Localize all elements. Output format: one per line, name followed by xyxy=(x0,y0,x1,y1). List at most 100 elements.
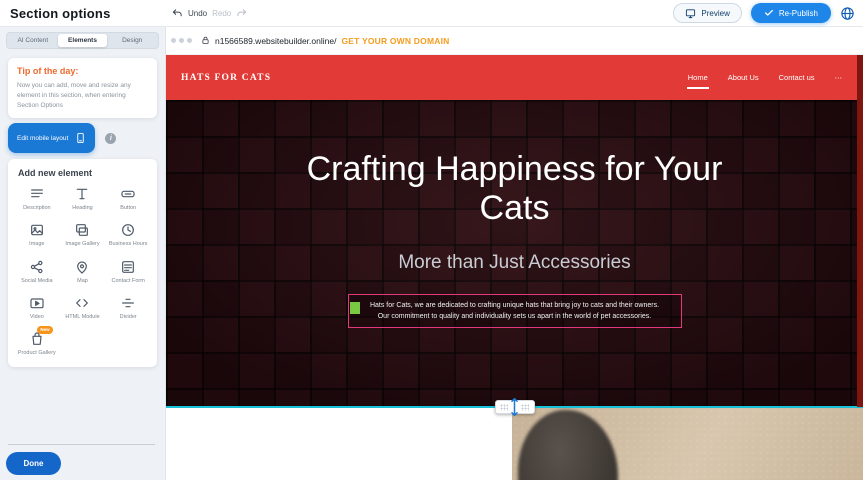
nav-contact-us[interactable]: Contact us xyxy=(778,69,816,86)
hero-text-box[interactable]: Hats for Cats, we are dedicated to craft… xyxy=(348,294,682,328)
element-item-image[interactable]: Image xyxy=(14,222,60,248)
check-icon xyxy=(764,8,774,18)
heading-icon xyxy=(74,186,90,202)
preview-button-label: Preview xyxy=(701,9,729,18)
site-nav: Home About Us Contact us ⋯ xyxy=(687,55,843,100)
history-controls: Undo Redo xyxy=(172,8,247,19)
add-element-title: Add new element xyxy=(18,168,147,178)
button-icon xyxy=(120,186,136,202)
tab-elements[interactable]: Elements xyxy=(58,34,108,47)
main-area: n1566589.websitebuilder.online/ GET YOUR… xyxy=(166,27,863,480)
section-resize-handle[interactable] xyxy=(495,400,535,414)
tab-ai-content[interactable]: AI Content xyxy=(8,34,58,47)
window-dots xyxy=(171,38,192,43)
window-dot xyxy=(179,38,184,43)
window-dot xyxy=(187,38,192,43)
scrollbar-thumb[interactable] xyxy=(857,55,863,407)
redo-button[interactable]: Redo xyxy=(212,9,231,18)
divider-icon xyxy=(120,295,136,311)
get-domain-link[interactable]: GET YOUR OWN DOMAIN xyxy=(341,36,449,46)
hero-section: Crafting Happiness for Your Cats More th… xyxy=(166,100,863,406)
monitor-icon xyxy=(685,8,696,19)
tip-card: Tip of the day: Now you can add, move an… xyxy=(8,58,157,118)
add-element-panel: Add new element Description Heading Button… xyxy=(8,159,157,367)
tab-design[interactable]: Design xyxy=(107,34,157,47)
info-icon[interactable]: i xyxy=(105,133,116,144)
topbar-actions: Preview Re-Publish xyxy=(673,3,855,23)
topbar: Section options Undo Redo Preview Re-Pub… xyxy=(0,0,863,27)
site-header: HATS FOR CATS Home About Us Contact us ⋯ xyxy=(166,55,863,100)
mobile-layout-row: Edit mobile layout i xyxy=(8,123,157,153)
sidebar: AI Content Elements Design Tip of the da… xyxy=(0,27,166,480)
address-url[interactable]: n1566589.websitebuilder.online/ xyxy=(215,36,336,46)
window-dot xyxy=(171,38,176,43)
element-item-label: Business Hours xyxy=(109,241,148,248)
image-icon xyxy=(29,222,45,238)
drag-dots xyxy=(521,404,529,411)
sidebar-tabs: AI Content Elements Design xyxy=(6,32,159,49)
next-section xyxy=(166,408,863,480)
undo-icon[interactable] xyxy=(172,8,183,19)
video-icon xyxy=(29,295,45,311)
preview-button[interactable]: Preview xyxy=(673,3,741,23)
edit-mobile-layout-button[interactable]: Edit mobile layout xyxy=(8,123,95,153)
business-hours-icon xyxy=(120,222,136,238)
page-title: Section options xyxy=(10,6,111,21)
element-item-label: Social Media xyxy=(21,278,53,285)
site-logo[interactable]: HATS FOR CATS xyxy=(181,73,271,83)
language-globe-icon[interactable] xyxy=(840,6,855,21)
phone-icon xyxy=(75,131,86,145)
tip-body: Now you can add, move and resize any ele… xyxy=(17,81,148,110)
element-item-contact-form[interactable]: Contact Form xyxy=(105,259,151,285)
hero-title[interactable]: Crafting Happiness for Your Cats xyxy=(300,150,730,228)
lock-icon xyxy=(201,36,210,45)
image-gallery-icon xyxy=(74,222,90,238)
browser-bar: n1566589.websitebuilder.online/ GET YOUR… xyxy=(166,27,863,55)
hero-subtitle[interactable]: More than Just Accessories xyxy=(398,252,630,274)
element-item-video[interactable]: Video xyxy=(14,295,60,321)
element-item-label: Image xyxy=(29,241,44,248)
element-item-label: Divider xyxy=(120,314,137,321)
sidebar-divider xyxy=(8,444,155,445)
element-item-label: Product Gallery xyxy=(18,350,56,357)
resize-arrows-icon xyxy=(510,397,519,417)
element-item-heading[interactable]: Heading xyxy=(60,186,106,212)
element-item-button[interactable]: Button xyxy=(105,186,151,212)
nav-home[interactable]: Home xyxy=(687,69,709,86)
undo-button[interactable]: Undo xyxy=(188,9,207,18)
element-item-map[interactable]: Map xyxy=(60,259,106,285)
element-item-label: Map xyxy=(77,278,88,285)
redo-icon[interactable] xyxy=(236,8,247,19)
element-grid: Description Heading Button Image Image Galle… xyxy=(14,186,151,357)
contact-form-icon xyxy=(120,259,136,275)
selection-handle[interactable] xyxy=(350,302,360,314)
element-item-social-media[interactable]: Social Media xyxy=(14,259,60,285)
site-preview: HATS FOR CATS Home About Us Contact us ⋯ Cr… xyxy=(166,55,863,480)
text-lines-icon xyxy=(29,186,45,202)
element-item-divider[interactable]: Divider xyxy=(105,295,151,321)
element-item-label: Button xyxy=(120,205,136,212)
nav-more-menu[interactable]: ⋯ xyxy=(834,69,844,86)
element-item-label: Image Gallery xyxy=(65,241,99,248)
share-icon xyxy=(29,259,45,275)
done-button[interactable]: Done xyxy=(6,452,61,475)
drag-dots xyxy=(500,404,508,411)
element-item-label: HTML Module xyxy=(65,314,99,321)
republish-button-label: Re-Publish xyxy=(779,9,818,18)
element-item-label: Contact Form xyxy=(112,278,145,285)
element-item-label: Video xyxy=(30,314,44,321)
element-item-description[interactable]: Description xyxy=(14,186,60,212)
republish-button[interactable]: Re-Publish xyxy=(751,3,831,23)
element-item-product-gallery[interactable]: Product GalleryNew xyxy=(14,331,60,357)
nav-about-us[interactable]: About Us xyxy=(727,69,760,86)
cat-photo xyxy=(512,408,863,480)
element-item-label: Heading xyxy=(72,205,93,212)
element-item-business-hours[interactable]: Business Hours xyxy=(105,222,151,248)
new-badge: New xyxy=(37,326,52,334)
map-pin-icon xyxy=(74,259,90,275)
code-icon xyxy=(74,295,90,311)
element-item-image-gallery[interactable]: Image Gallery xyxy=(60,222,106,248)
hero-body-text: Hats for Cats, we are dedicated to craft… xyxy=(357,300,673,322)
element-item-html-module[interactable]: HTML Module xyxy=(60,295,106,321)
tip-title: Tip of the day: xyxy=(17,66,148,76)
